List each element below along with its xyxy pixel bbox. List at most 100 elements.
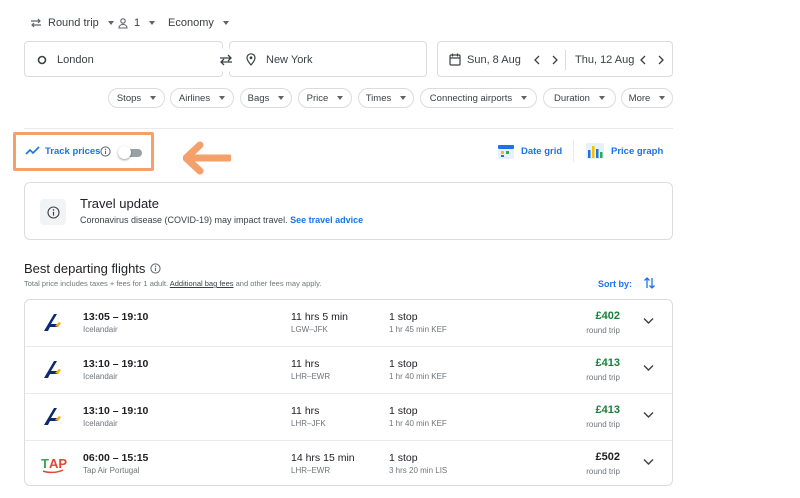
tools-divider (573, 140, 574, 162)
divider (24, 128, 673, 129)
subtitle-suffix: and other fees may apply. (233, 279, 322, 288)
chevron-left-icon[interactable] (533, 55, 541, 65)
flight-row[interactable]: 13:05 – 19:10 Icelandair 11 hrs 5 min LG… (25, 300, 672, 346)
filter-label: Connecting airports (429, 92, 513, 104)
flight-row[interactable]: 13:10 – 19:10 Icelandair 11 hrs LHR–EWR … (25, 346, 672, 392)
filter-label: More (628, 92, 651, 104)
destination-input[interactable]: New York (229, 41, 427, 77)
sort-arrows-icon[interactable] (643, 276, 656, 290)
flight-airline: Icelandair (83, 419, 118, 428)
travel-update-card: Travel update Coronavirus disease (COVID… (24, 182, 673, 240)
chevron-down-icon[interactable] (643, 364, 654, 372)
flight-price-type: round trip (586, 326, 620, 335)
info-icon[interactable] (100, 146, 111, 157)
filter-times[interactable]: Times (358, 88, 414, 108)
filter-price[interactable]: Price (298, 88, 352, 108)
depart-date-value: Sun, 8 Aug (467, 54, 521, 66)
results-heading: Best departing flights (24, 261, 146, 276)
cabin-class-select[interactable]: Economy (168, 17, 229, 29)
travel-update-title: Travel update (80, 196, 160, 211)
destination-value: New York (266, 54, 313, 66)
flight-price: £502 (595, 451, 620, 463)
person-icon (118, 17, 128, 29)
travel-update-text: Coronavirus disease (COVID-19) may impac… (80, 215, 363, 225)
filter-connecting-airports[interactable]: Connecting airports (420, 88, 537, 108)
svg-text:T: T (41, 456, 49, 471)
flight-times: 13:05 – 19:10 (83, 311, 149, 323)
flights-list: 13:05 – 19:10 Icelandair 11 hrs 5 min LG… (24, 299, 673, 486)
filter-label: Bags (247, 92, 270, 104)
flight-route: LHR–EWR (291, 466, 331, 475)
chevron-down-icon (278, 96, 285, 100)
flight-price-type: round trip (586, 420, 620, 429)
icelandair-logo-icon (44, 314, 61, 331)
origin-circle-icon (37, 55, 47, 65)
filter-duration[interactable]: Duration (543, 88, 616, 108)
flight-layover: 3 hrs 20 min LIS (389, 466, 448, 475)
flight-price-type: round trip (586, 467, 620, 476)
flight-times: 13:10 – 19:10 (83, 405, 149, 417)
flight-row[interactable]: T AP 06:00 – 15:15 Tap Air Portugal 14 h… (25, 440, 672, 485)
chevron-down-icon[interactable] (643, 411, 654, 419)
chevron-right-icon[interactable] (551, 55, 559, 65)
travel-update-message: Coronavirus disease (COVID-19) may impac… (80, 215, 291, 225)
chevron-left-icon[interactable] (639, 55, 647, 65)
return-date-value: Thu, 12 Aug (575, 54, 635, 66)
flight-route: LHR–JFK (291, 419, 326, 428)
chevron-down-icon (149, 21, 156, 25)
chevron-down-icon (107, 21, 114, 25)
travel-advice-link[interactable]: See travel advice (290, 215, 363, 225)
chevron-down-icon (400, 96, 407, 100)
date-grid-icon (498, 145, 514, 159)
date-divider (565, 50, 566, 70)
date-grid-button[interactable]: Date grid (497, 142, 562, 160)
track-prices-toggle[interactable] (118, 146, 142, 159)
chevron-down-icon (222, 21, 229, 25)
filter-bags[interactable]: Bags (240, 88, 292, 108)
info-icon[interactable] (150, 263, 161, 274)
trip-type-label: Round trip (48, 17, 99, 29)
chevron-down-icon[interactable] (643, 458, 654, 466)
flight-airline: Tap Air Portugal (83, 466, 140, 475)
flight-stops: 1 stop (389, 311, 418, 323)
filter-more[interactable]: More (621, 88, 673, 108)
chevron-down-icon (521, 96, 528, 100)
chevron-down-icon (337, 96, 344, 100)
flight-price: £402 (595, 310, 620, 322)
sort-by-label[interactable]: Sort by: (598, 279, 632, 289)
flight-stops: 1 stop (389, 452, 418, 464)
track-prices-label[interactable]: Track prices (45, 146, 100, 157)
chevron-down-icon (659, 96, 666, 100)
date-range-input[interactable]: Sun, 8 Aug Thu, 12 Aug (437, 41, 673, 77)
svg-text:AP: AP (49, 456, 67, 471)
filter-label: Stops (116, 92, 142, 104)
chevron-down-icon[interactable] (643, 317, 654, 325)
flight-stops: 1 stop (389, 405, 418, 417)
swap-arrows-icon (31, 18, 41, 28)
icelandair-logo-icon (44, 361, 61, 378)
filter-stops[interactable]: Stops (108, 88, 165, 108)
icelandair-logo-icon (44, 408, 61, 425)
price-graph-label: Price graph (611, 145, 664, 157)
calendar-icon (449, 53, 461, 66)
filter-airlines[interactable]: Airlines (170, 88, 234, 108)
origin-input[interactable]: London (24, 41, 223, 77)
trip-type-select[interactable]: Round trip (30, 17, 114, 29)
date-grid-label: Date grid (521, 145, 563, 157)
filter-label: Duration (554, 92, 590, 104)
info-badge (40, 199, 66, 225)
price-graph-button[interactable]: Price graph (585, 142, 663, 160)
bag-fees-link[interactable]: Additional bag fees (170, 279, 234, 288)
flight-price: £413 (595, 357, 620, 369)
filter-label: Airlines (178, 92, 211, 104)
flight-route: LHR–EWR (291, 372, 331, 381)
origin-value: London (57, 54, 94, 66)
chevron-right-icon[interactable] (657, 55, 665, 65)
flight-times: 06:00 – 15:15 (83, 452, 149, 464)
flight-row[interactable]: 13:10 – 19:10 Icelandair 11 hrs LHR–JFK … (25, 393, 672, 439)
passengers-select[interactable]: 1 (118, 17, 156, 29)
trending-line-icon (25, 146, 40, 155)
swap-button[interactable] (214, 48, 238, 72)
filter-label: Times (365, 92, 392, 104)
flight-duration: 11 hrs (291, 405, 320, 417)
